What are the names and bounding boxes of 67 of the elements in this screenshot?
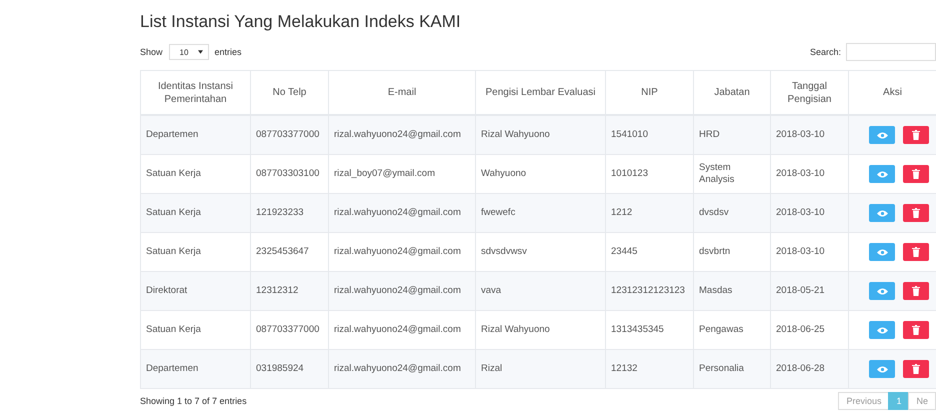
view-button[interactable] [869, 360, 895, 378]
trash-icon [912, 364, 920, 374]
table-cell: 12132 [606, 350, 694, 388]
delete-button[interactable] [903, 243, 929, 261]
table-cell: 121923233 [250, 194, 328, 232]
table-cell: dvsdsv [694, 194, 770, 232]
view-button[interactable] [869, 204, 895, 222]
table-cell: HRD [694, 115, 770, 154]
trash-icon [912, 130, 920, 140]
show-label: Show [140, 47, 163, 57]
table-cell: Rizal Wahyuono [476, 115, 606, 154]
trash-icon [912, 208, 920, 218]
table-cell: fwewefc [476, 194, 606, 232]
table-cell: Personalia [694, 350, 770, 388]
search-field[interactable] [846, 43, 936, 61]
table-cell: 087703377000 [250, 115, 328, 154]
eye-icon [876, 170, 888, 178]
trash-icon [912, 247, 920, 257]
trash-icon [912, 325, 920, 335]
table-cell: Masdas [694, 272, 770, 310]
delete-button[interactable] [903, 165, 929, 183]
delete-button[interactable] [903, 282, 929, 300]
search-label: Search: [810, 47, 841, 57]
entries-select[interactable]: 10 [168, 44, 209, 60]
eye-icon [876, 366, 888, 372]
page-button[interactable]: Previous [838, 392, 890, 410]
page-button[interactable]: Ne [908, 392, 936, 410]
delete-button[interactable] [903, 360, 929, 378]
view-button[interactable] [869, 321, 895, 339]
table-cell: rizal.wahyuono24@gmail.com [328, 115, 476, 154]
table-cell: vava [476, 272, 606, 310]
eye-icon [876, 248, 888, 256]
delete-button[interactable] [903, 204, 929, 222]
eye-icon [876, 132, 888, 138]
table-cell: Direktorat [140, 272, 250, 310]
table-info: Showing 1 to 7 of 7 entries [140, 396, 247, 406]
table-cell: 031985924 [250, 350, 328, 388]
eye-icon [876, 210, 888, 216]
table-cell: 1541010 [606, 115, 694, 154]
table-cell: Satuan Kerja [140, 194, 250, 232]
table-cell: 2018-05-21 [770, 272, 848, 310]
view-button[interactable] [869, 243, 895, 261]
caret-icon [198, 50, 203, 54]
table-cell: Rizal [476, 350, 606, 388]
table-cell: 2018-03-10 [770, 194, 848, 232]
view-button[interactable] [869, 165, 895, 183]
table-cell: 2018-06-28 [770, 350, 848, 388]
table-cell: 12312312 [250, 272, 328, 310]
view-button[interactable] [869, 282, 895, 300]
trash-icon [912, 286, 920, 296]
page-title: List Instansi Yang Melakukan Indeks KAMI [140, 11, 462, 33]
eye-icon [876, 288, 888, 294]
entries-label: entries [214, 47, 242, 57]
table-cell: Departemen [140, 115, 250, 154]
table-cell: 2018-03-10 [770, 115, 848, 154]
table-cell: Departemen [140, 350, 250, 388]
table-cell: rizal.wahyuono24@gmail.com [328, 350, 476, 388]
eye-icon [876, 326, 888, 334]
page-button[interactable]: 1 [888, 392, 910, 410]
table-cell: 12312312123123 [606, 272, 694, 310]
trash-icon [912, 169, 920, 179]
table-cell: 1212 [606, 194, 694, 232]
table-cell: rizal.wahyuono24@gmail.com [328, 194, 476, 232]
view-button[interactable] [869, 126, 895, 144]
delete-button[interactable] [903, 321, 929, 339]
table-cell: rizal.wahyuono24@gmail.com [328, 272, 476, 310]
delete-button[interactable] [903, 126, 929, 144]
